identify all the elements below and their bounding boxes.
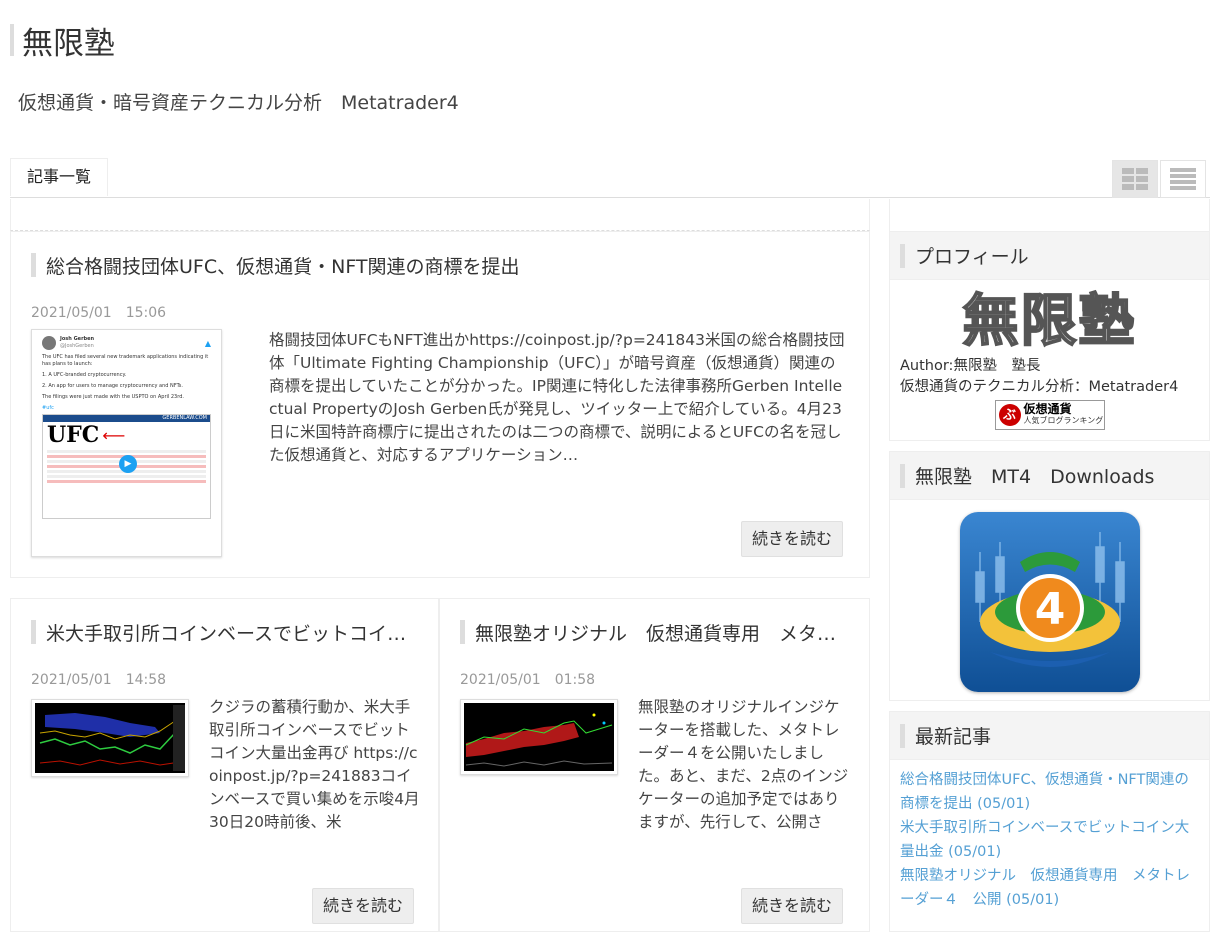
heading-accent-bar — [31, 253, 36, 277]
article-title-link[interactable]: 米大手取引所コインベースでビットコイン大量出金 — [46, 619, 416, 646]
recent-post-link[interactable]: 総合格闘技団体UFC、仮想通貨・NFT関連の商標を提出 (05/01) — [900, 768, 1199, 816]
tweet-text: The filings were just made with the USPT… — [42, 394, 184, 400]
recent-posts-list: 総合格闘技団体UFC、仮想通貨・NFT関連の商標を提出 (05/01) 米大手取… — [890, 760, 1209, 920]
read-more-button[interactable]: 続きを読む — [741, 521, 844, 557]
tweet-text: 1. A UFC-branded cryptocurrency. — [42, 372, 127, 378]
article-thumbnail[interactable]: Josh Gerben @JoshGerben ▲ The UFC has fi… — [31, 329, 222, 557]
article-title-link[interactable]: 無限塾オリジナル 仮想通貨専用 メタトレーダー４ 公開 — [475, 619, 855, 646]
list-view-button[interactable] — [1160, 160, 1206, 198]
article-heading: 米大手取引所コインベースでビットコイン大量出金 — [31, 619, 416, 645]
play-icon[interactable]: ▶ — [119, 455, 137, 473]
profile-author: Author:無限塾 塾長 — [900, 358, 1041, 374]
nav-bar: 記事一覧 — [10, 158, 1210, 198]
law-firm-banner: GERBENLAW.COM — [43, 415, 210, 422]
list-icon — [1170, 168, 1196, 190]
article-title-link[interactable]: 総合格闘技団体UFC、仮想通貨・NFT関連の商標を提出 — [46, 252, 520, 279]
downloads-widget: 無限塾 MT4 Downloads 4 — [889, 451, 1210, 701]
profile-logo-image: 無限塾 — [962, 287, 1137, 355]
ufc-logo: UFC — [47, 422, 100, 448]
title-accent-bar — [10, 24, 14, 56]
grid-view-button[interactable] — [1112, 160, 1158, 198]
read-more-button[interactable]: 続きを読む — [312, 888, 415, 924]
article-heading: 無限塾オリジナル 仮想通貨専用 メタトレーダー４ 公開 — [460, 619, 855, 645]
sidebar-column-top — [889, 199, 1210, 231]
banner-sub-text: 人気ブログランキング — [1023, 416, 1104, 425]
tweet-author: Josh Gerben — [60, 336, 95, 342]
recent-posts-widget: 最新記事 総合格闘技団体UFC、仮想通貨・NFT関連の商標を提出 (05/01)… — [889, 711, 1210, 932]
ranking-logo-icon: ぶ — [998, 404, 1021, 426]
widget-heading: 無限塾 MT4 Downloads — [890, 452, 1209, 500]
heading-accent-bar — [900, 723, 905, 748]
tweet-image: GERBENLAW.COM UFC ⟵ ▶ — [42, 414, 211, 519]
widget-heading: プロフィール — [890, 232, 1209, 280]
site-title[interactable]: 無限塾 — [10, 18, 115, 63]
recent-post-link[interactable]: 無限塾オリジナル 仮想通貨専用 メタトレーダー４ 公開 (05/01) — [900, 864, 1199, 912]
mt4-download-icon[interactable]: 4 — [960, 512, 1140, 692]
tweet-handle: @JoshGerben — [60, 343, 94, 349]
tweet-text: 2. An app for users to manage cryptocurr… — [42, 383, 183, 389]
heading-accent-bar — [31, 620, 36, 644]
article-card-2: 米大手取引所コインベースでビットコイン大量出金 2021/05/01 14:58… — [10, 598, 439, 932]
grid-icon — [1122, 168, 1148, 190]
downloads-heading: 無限塾 MT4 Downloads — [915, 466, 1155, 488]
article-thumbnail[interactable] — [31, 699, 189, 777]
article-excerpt: 格闘技団体UFCもNFT進出かhttps://coinpost.jp/?p=24… — [269, 331, 845, 464]
site-description: 仮想通貨・暗号資産テクニカル分析 Metatrader4 — [18, 92, 459, 114]
article-heading: 総合格闘技団体UFC、仮想通貨・NFT関連の商標を提出 — [31, 252, 520, 278]
profile-heading: プロフィール — [915, 246, 1029, 268]
site-title-text[interactable]: 無限塾 — [22, 18, 115, 63]
profile-widget: プロフィール 無限塾 Author:無限塾 塾長 仮想通貨のテクニカル分析：Me… — [889, 231, 1210, 441]
article-card-3: 無限塾オリジナル 仮想通貨専用 メタトレーダー４ 公開 2021/05/01 0… — [439, 598, 870, 932]
twitter-bird-icon: ▲ — [204, 338, 211, 348]
banner-main-text: 仮想通貨 — [1023, 402, 1072, 416]
tab-article-list[interactable]: 記事一覧 — [10, 158, 109, 196]
heading-accent-bar — [900, 463, 905, 488]
tweet-header: Josh Gerben @JoshGerben ▲ — [42, 336, 211, 350]
article-date: 2021/05/01 01:58 — [460, 672, 596, 688]
recent-post-link[interactable]: 米大手取引所コインベースでビットコイン大量出金 (05/01) — [900, 816, 1199, 864]
tweet-hashtag: #ufc — [42, 405, 54, 411]
recent-heading: 最新記事 — [915, 726, 992, 748]
heading-accent-bar — [460, 620, 465, 644]
article-thumbnail[interactable] — [460, 699, 618, 775]
mt4-badge: 4 — [1035, 584, 1066, 635]
profile-bio: 仮想通貨のテクニカル分析：Metatrader4 — [900, 379, 1179, 395]
arrow-left-icon: ⟵ — [102, 425, 126, 445]
article-date: 2021/05/01 15:06 — [31, 305, 167, 321]
widget-heading: 最新記事 — [890, 712, 1209, 760]
avatar — [42, 336, 56, 350]
tweet-text: The UFC has filed several new trademark … — [42, 354, 209, 367]
heading-accent-bar — [900, 243, 905, 268]
btc-chart-thumbnail — [35, 703, 185, 773]
article-card-1: 総合格闘技団体UFC、仮想通貨・NFT関連の商標を提出 2021/05/01 1… — [10, 231, 870, 578]
article-excerpt: 無限塾のオリジナルインジケーターを搭載した、メタトレーダー４を公開いたしました。… — [638, 698, 849, 831]
blog-ranking-banner[interactable]: ぶ 仮想通貨 人気ブログランキング — [994, 400, 1105, 430]
read-more-button[interactable]: 続きを読む — [741, 888, 844, 924]
mt4-chart-thumbnail — [464, 703, 614, 771]
article-excerpt: クジラの蓄積行動か、米大手取引所コインベースでビットコイン大量出金再び http… — [209, 698, 420, 831]
article-date: 2021/05/01 14:58 — [31, 672, 167, 688]
main-column-top — [10, 199, 870, 231]
